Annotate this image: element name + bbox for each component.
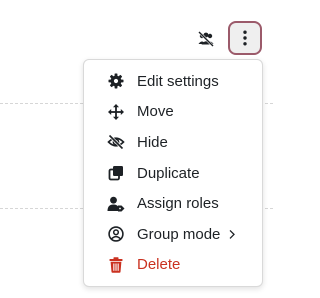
copy-icon — [107, 164, 125, 182]
menu-item-label: Assign roles — [137, 195, 219, 213]
menu-item-label: Group mode — [137, 225, 221, 243]
menu-item-move[interactable]: Move — [84, 97, 262, 128]
menu-item-hide[interactable]: Hide — [84, 127, 262, 158]
menu-item-label: Move — [137, 103, 174, 121]
menu-item-duplicate[interactable]: Duplicate — [84, 158, 262, 189]
menu-item-group-mode[interactable]: Group mode — [84, 219, 262, 250]
kebab-vertical-icon — [242, 30, 248, 46]
groups-off-icon[interactable] — [197, 30, 215, 48]
user-tag-icon — [107, 195, 125, 213]
move-arrows-icon — [107, 103, 125, 121]
trash-icon — [107, 256, 125, 274]
more-actions-button[interactable] — [228, 21, 262, 55]
menu-item-label: Delete — [137, 256, 181, 274]
menu-item-label: Edit settings — [137, 72, 219, 90]
menu-item-assign-roles[interactable]: Assign roles — [84, 188, 262, 219]
gear-icon — [107, 72, 125, 90]
actions-dropdown-menu: Edit settings Move Hide Duplicate Assign… — [83, 59, 263, 287]
menu-item-edit-settings[interactable]: Edit settings — [84, 66, 262, 97]
menu-item-label: Hide — [137, 133, 168, 151]
course-section-area: Edit settings Move Hide Duplicate Assign… — [0, 0, 273, 298]
chevron-right-icon — [227, 228, 237, 240]
menu-item-label: Duplicate — [137, 164, 200, 182]
menu-item-delete[interactable]: Delete — [84, 250, 262, 281]
eye-slash-icon — [107, 133, 125, 151]
user-circle-icon — [107, 225, 125, 243]
